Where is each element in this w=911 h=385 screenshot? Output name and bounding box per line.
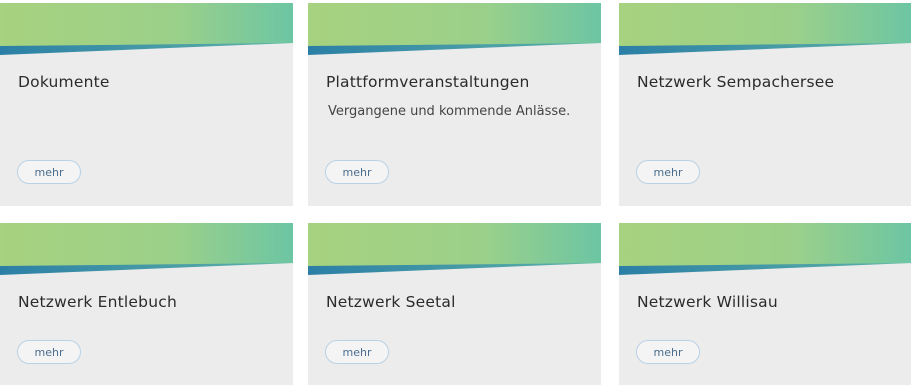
card-banner: [308, 3, 601, 55]
card-title: Netzwerk Seetal: [326, 293, 456, 311]
more-button[interactable]: mehr: [636, 160, 700, 184]
card-banner: [619, 223, 911, 275]
card-title: Netzwerk Sempachersee: [637, 73, 835, 91]
card-grid: Dokumente mehr Plattformveranstaltungen …: [0, 0, 911, 385]
card-banner: [619, 3, 911, 55]
more-button[interactable]: mehr: [325, 340, 389, 364]
card-title: Plattformveranstaltungen: [326, 73, 530, 91]
more-button[interactable]: mehr: [17, 340, 81, 364]
card-banner: [0, 3, 293, 55]
card-dokumente[interactable]: Dokumente mehr: [0, 3, 293, 206]
more-button[interactable]: mehr: [636, 340, 700, 364]
more-button[interactable]: mehr: [17, 160, 81, 184]
card-description: Vergangene und kommende Anlässe.: [328, 104, 571, 119]
card-banner: [0, 223, 293, 275]
more-button[interactable]: mehr: [325, 160, 389, 184]
card-netzwerk-seetal[interactable]: Netzwerk Seetal mehr: [308, 223, 601, 385]
card-banner: [308, 223, 601, 275]
card-title: Dokumente: [18, 73, 110, 91]
card-plattformveranstaltungen[interactable]: Plattformveranstaltungen Vergangene und …: [308, 3, 601, 206]
card-netzwerk-willisau[interactable]: Netzwerk Willisau mehr: [619, 223, 911, 385]
card-netzwerk-sempachersee[interactable]: Netzwerk Sempachersee mehr: [619, 3, 911, 206]
card-title: Netzwerk Entlebuch: [18, 293, 177, 311]
card-netzwerk-entlebuch[interactable]: Netzwerk Entlebuch mehr: [0, 223, 293, 385]
card-title: Netzwerk Willisau: [637, 293, 778, 311]
